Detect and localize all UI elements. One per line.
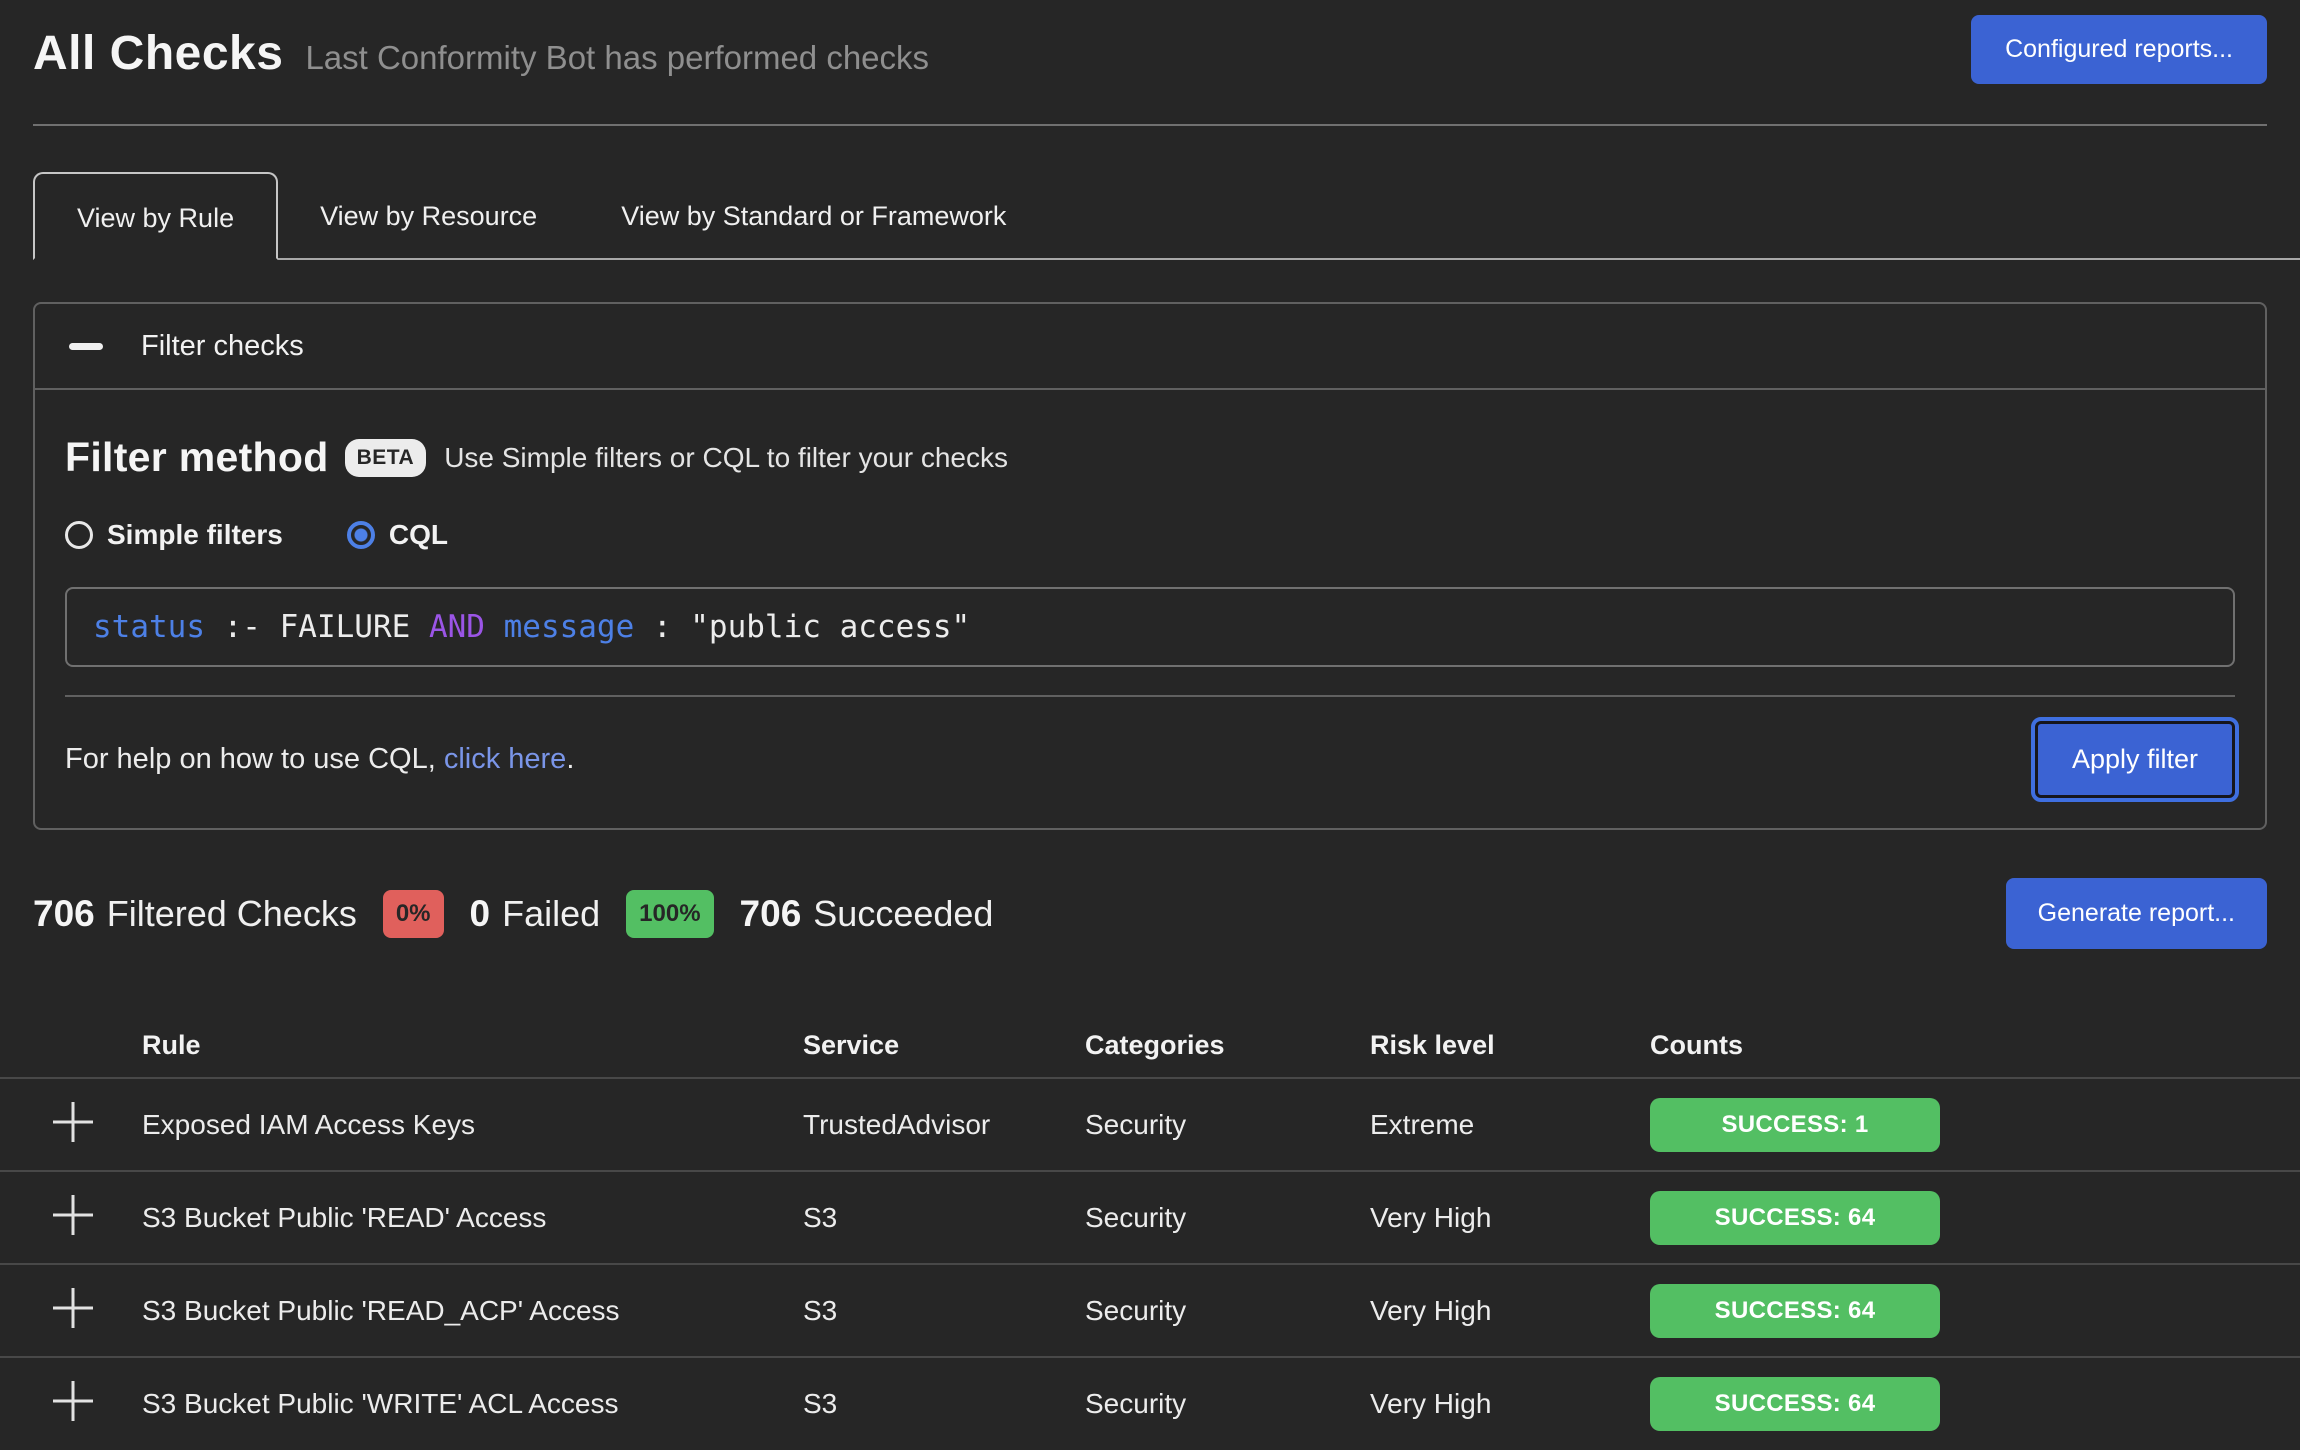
succeeded-count: 706 [740, 893, 802, 935]
cql-token-colon: : [653, 609, 690, 645]
risk-level-cell: Very High [1370, 1202, 1650, 1234]
expand-plus-icon[interactable] [53, 1102, 93, 1142]
all-checks-page: All Checks Last Conformity Bot has perfo… [0, 0, 2300, 1450]
summary-row: 706 Filtered Checks 0% 0 Failed 100% 706… [33, 878, 2267, 949]
page-title: All Checks [33, 26, 283, 81]
beta-badge: BETA [345, 439, 427, 477]
apply-filter-button[interactable]: Apply filter [2035, 721, 2235, 798]
cql-token-operator: :- FAILURE [205, 609, 429, 645]
service-cell: TrustedAdvisor [803, 1109, 1085, 1141]
filter-panel-title: Filter checks [141, 330, 304, 363]
table-header-row: Rule Service Categories Risk level Count… [0, 1013, 2300, 1077]
categories-cell: Security [1085, 1388, 1370, 1420]
expand-plus-icon[interactable] [53, 1195, 93, 1235]
page-subtitle: Last Conformity Bot has performed checks [305, 39, 929, 77]
cql-radio-label: CQL [389, 519, 448, 551]
table-row[interactable]: S3 Bucket Public 'READ' Access S3 Securi… [0, 1170, 2300, 1263]
cql-token-status: status [93, 609, 205, 645]
cql-help-link[interactable]: click here [444, 743, 567, 775]
header-divider [33, 124, 2267, 126]
tab-view-by-standard-or-framework[interactable]: View by Standard or Framework [579, 172, 1048, 260]
column-header-risk-level: Risk level [1370, 1030, 1650, 1061]
simple-filters-radio-label: Simple filters [107, 519, 283, 551]
cql-query-input[interactable]: status :- FAILURE AND message : "public … [65, 587, 2235, 667]
risk-level-cell: Very High [1370, 1388, 1650, 1420]
risk-level-cell: Very High [1370, 1295, 1650, 1327]
column-header-service: Service [803, 1030, 1085, 1061]
rule-cell: S3 Bucket Public 'READ' Access [142, 1202, 803, 1234]
categories-cell: Security [1085, 1295, 1370, 1327]
rule-cell: S3 Bucket Public 'READ_ACP' Access [142, 1295, 803, 1327]
checks-table: Rule Service Categories Risk level Count… [0, 1013, 2300, 1449]
cql-token-value: "public access" [690, 609, 970, 645]
view-tabs: View by Rule View by Resource View by St… [33, 172, 2267, 260]
cql-token-message: message [485, 609, 653, 645]
table-row[interactable]: S3 Bucket Public 'READ_ACP' Access S3 Se… [0, 1263, 2300, 1356]
success-count-badge[interactable]: SUCCESS: 64 [1650, 1377, 1940, 1431]
generate-report-button[interactable]: Generate report... [2006, 878, 2267, 949]
categories-cell: Security [1085, 1109, 1370, 1141]
column-header-categories: Categories [1085, 1030, 1370, 1061]
filter-panel-header[interactable]: Filter checks [35, 304, 2265, 390]
service-cell: S3 [803, 1202, 1085, 1234]
cql-radio[interactable]: CQL [347, 519, 448, 551]
expand-plus-icon[interactable] [53, 1288, 93, 1328]
service-cell: S3 [803, 1388, 1085, 1420]
column-header-counts: Counts [1650, 1030, 2300, 1061]
risk-level-cell: Extreme [1370, 1109, 1650, 1141]
table-row[interactable]: S3 Bucket Public 'WRITE' ACL Access S3 S… [0, 1356, 2300, 1449]
success-count-badge[interactable]: SUCCESS: 64 [1650, 1191, 1940, 1245]
filtered-checks-label: Filtered Checks [107, 893, 357, 935]
filtered-checks-count: 706 [33, 893, 95, 935]
rule-cell: Exposed IAM Access Keys [142, 1109, 803, 1141]
expand-plus-icon[interactable] [53, 1381, 93, 1421]
cql-token-and: AND [429, 609, 485, 645]
tab-view-by-resource[interactable]: View by Resource [278, 172, 579, 260]
page-header: All Checks Last Conformity Bot has perfo… [0, 0, 2300, 126]
tab-view-by-rule[interactable]: View by Rule [33, 172, 278, 260]
filter-method-heading: Filter method [65, 434, 329, 481]
filter-method-description: Use Simple filters or CQL to filter your… [444, 442, 1008, 474]
failed-label: Failed [502, 893, 600, 935]
collapse-minus-icon[interactable] [69, 343, 103, 350]
failed-percent-badge: 0% [383, 890, 444, 938]
configured-reports-button[interactable]: Configured reports... [1971, 15, 2267, 84]
column-header-rule: Rule [142, 1030, 803, 1061]
service-cell: S3 [803, 1295, 1085, 1327]
radio-checked-icon[interactable] [347, 521, 375, 549]
filter-panel-body: Filter method BETA Use Simple filters or… [35, 434, 2265, 828]
failed-count: 0 [470, 893, 491, 935]
succeeded-percent-badge: 100% [626, 890, 713, 938]
cql-help-text: For help on how to use CQL, click here. [65, 743, 574, 776]
table-row[interactable]: Exposed IAM Access Keys TrustedAdvisor S… [0, 1077, 2300, 1170]
succeeded-label: Succeeded [813, 893, 993, 935]
success-count-badge[interactable]: SUCCESS: 1 [1650, 1098, 1940, 1152]
success-count-badge[interactable]: SUCCESS: 64 [1650, 1284, 1940, 1338]
filter-checks-panel: Filter checks Filter method BETA Use Sim… [33, 302, 2267, 830]
radio-unchecked-icon[interactable] [65, 521, 93, 549]
rule-cell: S3 Bucket Public 'WRITE' ACL Access [142, 1388, 803, 1420]
categories-cell: Security [1085, 1202, 1370, 1234]
simple-filters-radio[interactable]: Simple filters [65, 519, 283, 551]
